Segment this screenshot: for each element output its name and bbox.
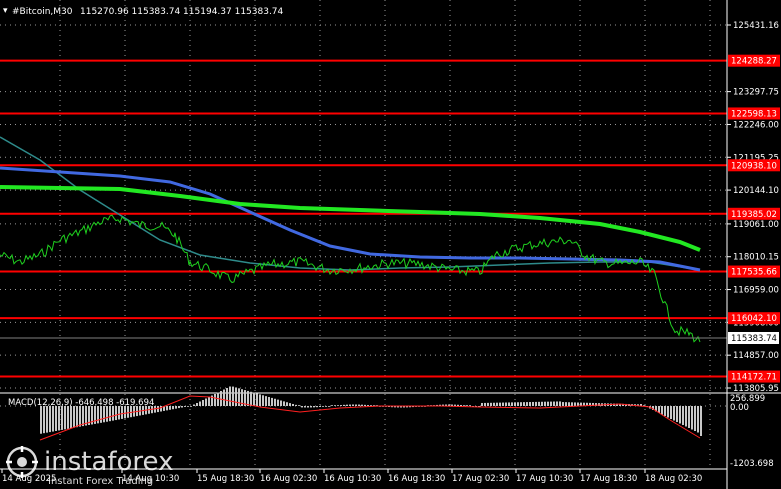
chart-header-arrow: ▾ — [3, 6, 8, 16]
watermark-tagline: Instant Forex Trading — [48, 476, 153, 487]
time-tick-label: 16 Aug 10:30 — [324, 474, 381, 484]
macd-tick-label: -1203.698 — [730, 459, 774, 469]
price-tick-label: 123297.75 — [733, 88, 779, 98]
price-tick-label: 116959.00 — [733, 286, 779, 296]
price-tick-label: 118010.15 — [733, 253, 779, 263]
price-tick-label: 119061.00 — [733, 220, 779, 230]
watermark-brand: instaforex — [44, 447, 173, 477]
time-tick-label: 15 Aug 18:30 — [197, 474, 254, 484]
level-tag-text: 114172.71 — [731, 373, 777, 383]
level-tag-text: 120938.10 — [731, 161, 777, 171]
level-tag-text: 117535.66 — [731, 268, 777, 278]
chart-symbol[interactable]: #Bitcoin,M30 — [12, 7, 73, 17]
time-tick-label: 16 Aug 18:30 — [388, 474, 445, 484]
current-price-text: 115383.74 — [731, 334, 777, 344]
time-tick-label: 18 Aug 02:30 — [645, 474, 702, 484]
price-tick-label: 114857.00 — [733, 351, 779, 361]
price-tick-label: 125431.16 — [733, 21, 779, 31]
price-chart[interactable]: ▾ #Bitcoin,M30 115270.96 115383.74 11519… — [0, 0, 781, 489]
level-tag-text: 124288.27 — [731, 57, 777, 67]
macd-label: MACD(12,26,9) -646.498 -619.694 — [8, 398, 154, 408]
level-tag-text: 122598.13 — [731, 109, 777, 119]
time-tick-label: 17 Aug 10:30 — [516, 474, 573, 484]
time-tick-label: 16 Aug 02:30 — [260, 474, 317, 484]
price-tick-label: 122246.00 — [733, 120, 779, 130]
level-tag-text: 116042.10 — [731, 314, 777, 324]
chart-ohlc: 115270.96 115383.74 115194.37 115383.74 — [80, 7, 284, 17]
time-tick-label: 17 Aug 18:30 — [580, 474, 637, 484]
macd-tick-label: 0.00 — [730, 403, 749, 413]
price-tick-label: 120144.10 — [733, 186, 779, 196]
time-tick-label: 17 Aug 02:30 — [452, 474, 509, 484]
level-tag-text: 119385.02 — [731, 210, 777, 220]
